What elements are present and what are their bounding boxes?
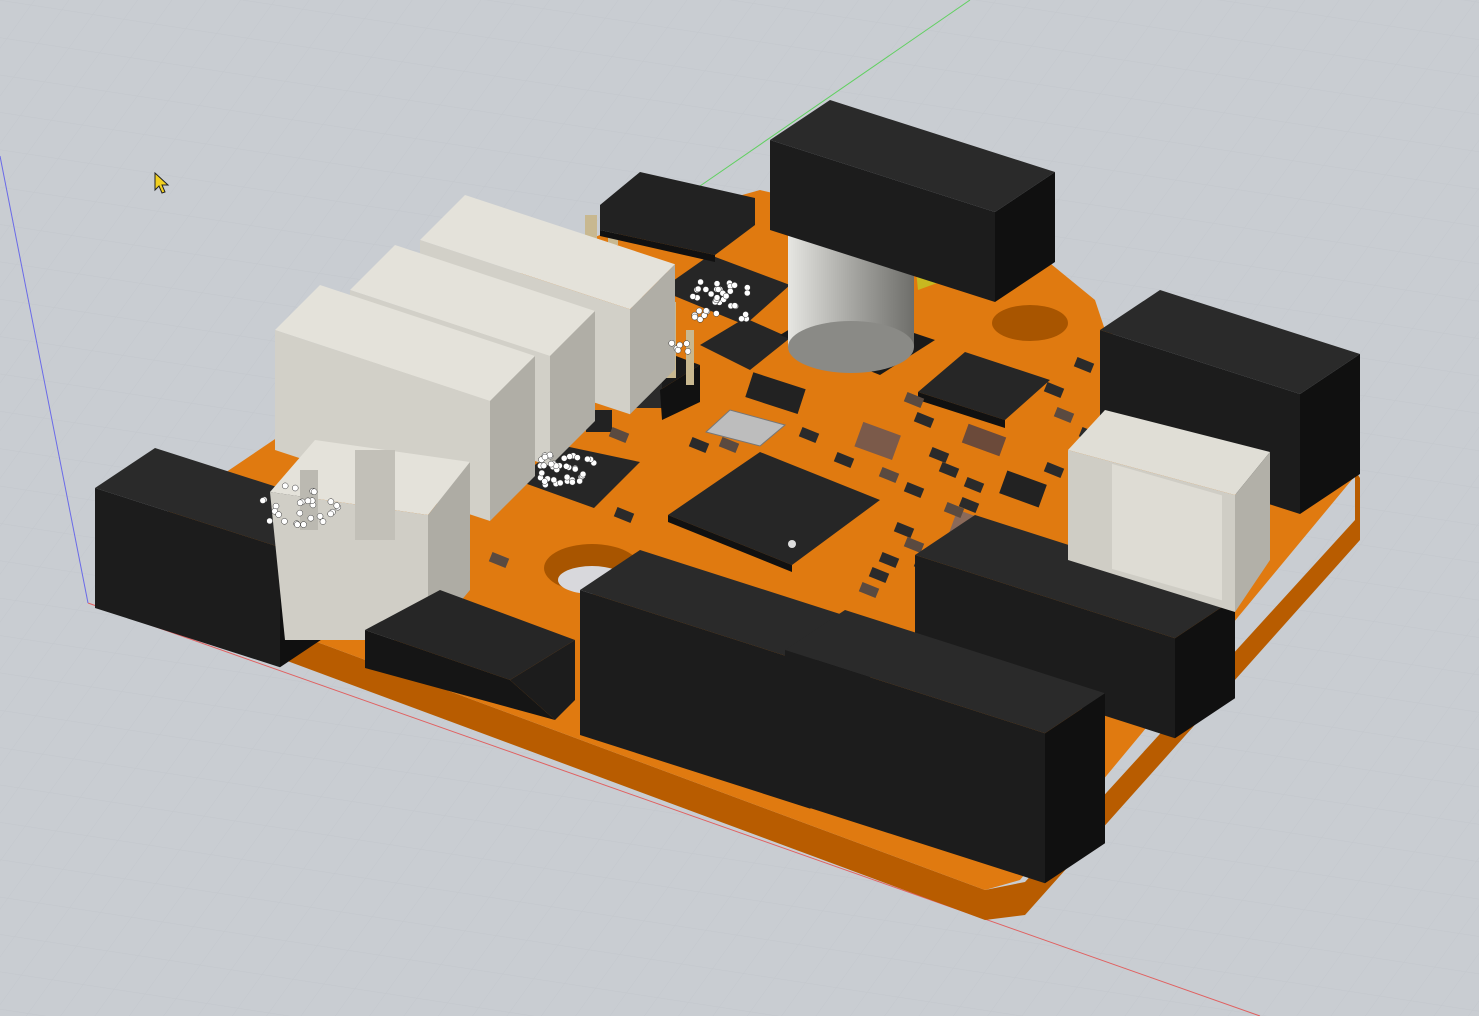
vertex-dot [744,284,751,291]
mouse-pointer-icon [154,172,170,194]
vertex-dot [713,310,720,317]
vertex-dot [300,521,307,528]
vertex-dot [538,469,546,477]
vertex-dot [563,473,571,481]
vertex-dot [281,518,288,525]
vertex-dot [674,346,682,354]
vertex-dot [259,497,267,504]
vertex-dot [695,307,703,315]
vertex-dot [319,518,327,525]
vertex-dot [691,313,699,321]
vertex-dot [744,289,751,297]
vertex-dot [540,462,548,469]
vertex-dot [731,282,738,289]
vertex-dot [576,477,583,485]
vertex-dot [566,453,573,460]
vertex-dot [310,488,318,495]
vertex-dot [684,348,692,355]
vertex-dot [275,511,282,518]
vertex-dot [296,499,304,507]
vertex-dot [307,514,315,522]
vertex-dot [557,479,564,487]
vertex-dot [713,280,721,287]
vertex-dot [327,510,334,518]
vertex-dot [731,302,739,309]
vertex-dot [296,509,304,517]
vertex-dot [707,290,715,298]
vertex-dot [547,460,555,468]
vertex-dot [713,294,721,301]
vertex-dot [571,465,579,473]
vertex-dot [742,311,749,318]
vertex-dot [689,293,697,300]
vertex-dot [683,340,690,347]
scene[interactable] [0,0,1479,1016]
vertex-dot [304,497,312,505]
vertex-dot [574,454,581,461]
vertex-dot [727,287,734,295]
vertex-dot [333,502,341,509]
vertex-dot [722,292,730,300]
vertex-dot [560,455,568,462]
vertex-dot [668,340,675,347]
vertex-dot [266,517,273,525]
vertex-dot [714,286,722,293]
vertex-dot [541,453,549,461]
vertex-dot [702,286,710,293]
vertex-dot [291,484,299,492]
vertex-dot [294,521,301,528]
vertex-dot [584,455,591,463]
mounting-hole-top [992,305,1068,341]
vertex-dot [702,307,710,314]
vertex-dot [327,498,335,505]
vertex-dot [281,482,289,490]
cad-3d-viewport[interactable] [0,0,1479,1016]
vertex-dot [697,278,704,286]
mcu-pin1-dot [788,540,796,548]
vertex-dot [579,470,587,478]
vertex-dot [694,285,702,293]
vertex-dot [569,478,576,486]
vertex-dot [316,513,324,520]
vertex-dot [541,478,548,485]
vertex-dot [563,463,570,470]
vertex-dot [550,476,558,484]
